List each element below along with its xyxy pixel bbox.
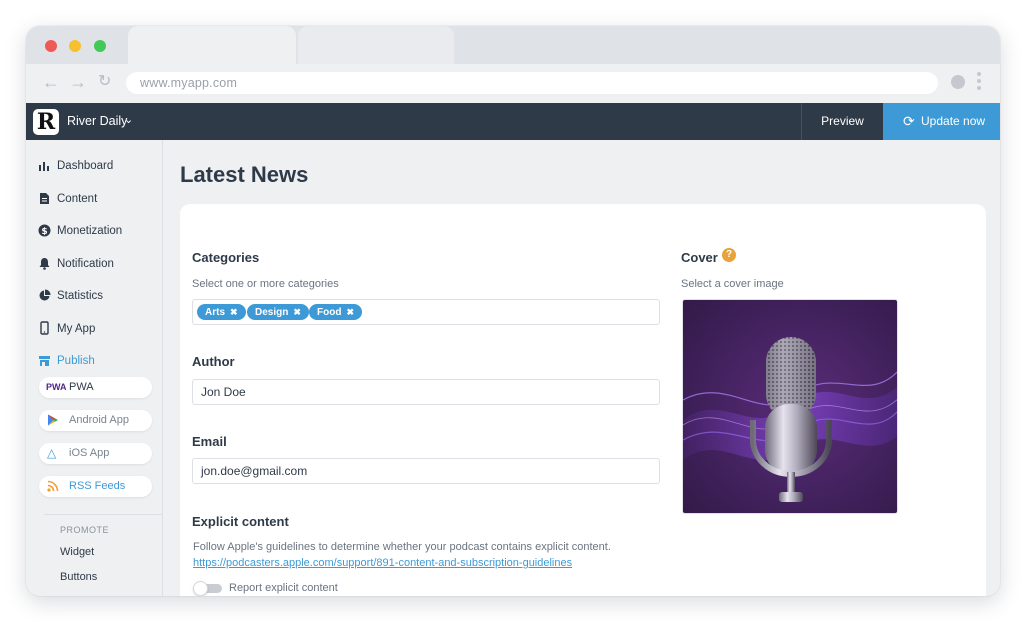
tag-label: Arts xyxy=(205,307,226,318)
browser-tab-active[interactable] xyxy=(128,26,296,64)
apple-guidelines-link[interactable]: https://podcasters.apple.com/support/891… xyxy=(193,557,572,569)
remove-tag-icon[interactable]: ✖ xyxy=(346,307,354,317)
sidebar-divider xyxy=(44,514,162,515)
explicit-content-toggle-label: Report explicit content xyxy=(229,582,338,594)
publish-android-label: Android App xyxy=(69,414,129,426)
sidebar-item-monetization[interactable]: $ Monetization xyxy=(26,221,163,243)
sidebar-item-label: Content xyxy=(57,193,98,205)
preview-button[interactable]: Preview xyxy=(801,103,883,140)
email-input[interactable]: jon.doe@gmail.com xyxy=(192,458,660,484)
svg-text:$: $ xyxy=(41,227,47,237)
update-now-label: Update now xyxy=(921,114,986,128)
bar-chart-icon xyxy=(39,162,49,171)
sidebar-item-my-app[interactable]: My App xyxy=(26,319,163,341)
category-tag-arts[interactable]: Arts ✖ xyxy=(197,304,246,320)
tag-label: Food xyxy=(317,307,342,318)
publish-ios-button[interactable]: △ iOS App xyxy=(39,443,152,464)
email-label: Email xyxy=(192,434,227,449)
author-input[interactable]: Jon Doe xyxy=(192,379,660,405)
help-icon[interactable]: ? xyxy=(722,248,736,262)
sidebar-item-label: Dashboard xyxy=(57,160,114,172)
tag-label: Design xyxy=(255,307,289,318)
maximize-window-button[interactable] xyxy=(94,40,106,52)
profile-icon[interactable] xyxy=(951,75,965,89)
categories-input[interactable]: Arts ✖ Design ✖ Food ✖ xyxy=(192,299,660,325)
categories-help: Select one or more categories xyxy=(192,278,339,290)
browser-address-bar: ← → ↻ www.myapp.com xyxy=(26,64,1000,102)
url-input[interactable]: www.myapp.com xyxy=(126,72,938,94)
store-icon xyxy=(39,356,50,366)
more-options-icon[interactable] xyxy=(977,72,981,93)
rss-icon xyxy=(47,480,59,492)
cover-image[interactable] xyxy=(682,299,898,514)
sidebar: Dashboard Content $ Monetization Notific… xyxy=(26,140,163,596)
cover-help: Select a cover image xyxy=(681,278,784,290)
publish-android-button[interactable]: Android App xyxy=(39,410,152,431)
back-arrow-icon[interactable]: ← xyxy=(42,72,60,92)
promote-heading: PROMOTE xyxy=(60,525,110,535)
publish-rss-label: RSS Feeds xyxy=(69,480,126,492)
publish-ios-label: iOS App xyxy=(69,447,110,459)
app-store-icon: △ xyxy=(47,446,57,460)
browser-window: ← → ↻ www.myapp.com R River Daily ⌄ Prev… xyxy=(26,26,1000,596)
close-window-button[interactable] xyxy=(45,40,57,52)
publish-pwa-button[interactable]: PWA PWA xyxy=(39,377,152,398)
sidebar-item-publish[interactable]: Publish xyxy=(26,351,163,373)
bell-icon xyxy=(39,258,50,270)
browser-tab[interactable] xyxy=(298,26,454,64)
publish-pwa-label: PWA xyxy=(69,381,94,393)
sidebar-item-widget[interactable]: Widget xyxy=(60,546,94,558)
remove-tag-icon[interactable]: ✖ xyxy=(230,307,238,317)
sidebar-item-label: Notification xyxy=(57,258,114,270)
category-tag-design[interactable]: Design ✖ xyxy=(247,304,309,320)
pwa-icon: PWA xyxy=(46,382,67,392)
refresh-icon: ⟳ xyxy=(903,113,915,129)
sidebar-item-label: Statistics xyxy=(57,290,104,302)
author-label: Author xyxy=(192,354,235,369)
pie-chart-icon xyxy=(39,289,51,301)
update-now-button[interactable]: ⟳ Update now xyxy=(883,103,1000,140)
dollar-icon: $ xyxy=(38,224,51,237)
app-header: R River Daily ⌄ Preview ⟳ Update now xyxy=(26,103,1000,140)
category-tag-food[interactable]: Food ✖ xyxy=(309,304,362,320)
categories-label: Categories xyxy=(192,250,260,265)
cover-label: Cover xyxy=(681,250,718,265)
microphone-image xyxy=(683,300,897,513)
explicit-content-label: Explicit content xyxy=(192,514,289,529)
sidebar-item-label: Monetization xyxy=(57,225,123,237)
app-logo: R xyxy=(33,109,59,135)
form-card: Categories Select one or more categories… xyxy=(180,204,986,596)
sidebar-item-label: Publish xyxy=(57,355,95,367)
sidebar-item-buttons[interactable]: Buttons xyxy=(60,571,97,583)
sidebar-item-label: My App xyxy=(57,323,96,335)
browser-tab-bar xyxy=(26,26,1000,64)
chevron-down-icon[interactable]: ⌄ xyxy=(124,113,133,126)
sidebar-item-notification[interactable]: Notification xyxy=(26,254,163,276)
document-icon xyxy=(40,193,49,204)
sidebar-item-dashboard[interactable]: Dashboard xyxy=(26,156,163,178)
page-title: Latest News xyxy=(180,162,309,187)
sidebar-item-statistics[interactable]: Statistics xyxy=(26,286,163,308)
minimize-window-button[interactable] xyxy=(69,40,81,52)
app-name-dropdown[interactable]: River Daily xyxy=(67,114,127,128)
reload-icon[interactable]: ↻ xyxy=(98,72,111,92)
phone-icon xyxy=(40,321,49,335)
forward-arrow-icon[interactable]: → xyxy=(69,72,87,92)
publish-rss-button[interactable]: RSS Feeds xyxy=(39,476,152,497)
explicit-content-toggle[interactable] xyxy=(193,581,223,596)
sidebar-item-content[interactable]: Content xyxy=(26,189,163,211)
play-store-icon xyxy=(48,414,58,426)
explicit-content-help: Follow Apple's guidelines to determine w… xyxy=(193,541,611,553)
remove-tag-icon[interactable]: ✖ xyxy=(293,307,301,317)
toggle-knob xyxy=(193,581,208,596)
